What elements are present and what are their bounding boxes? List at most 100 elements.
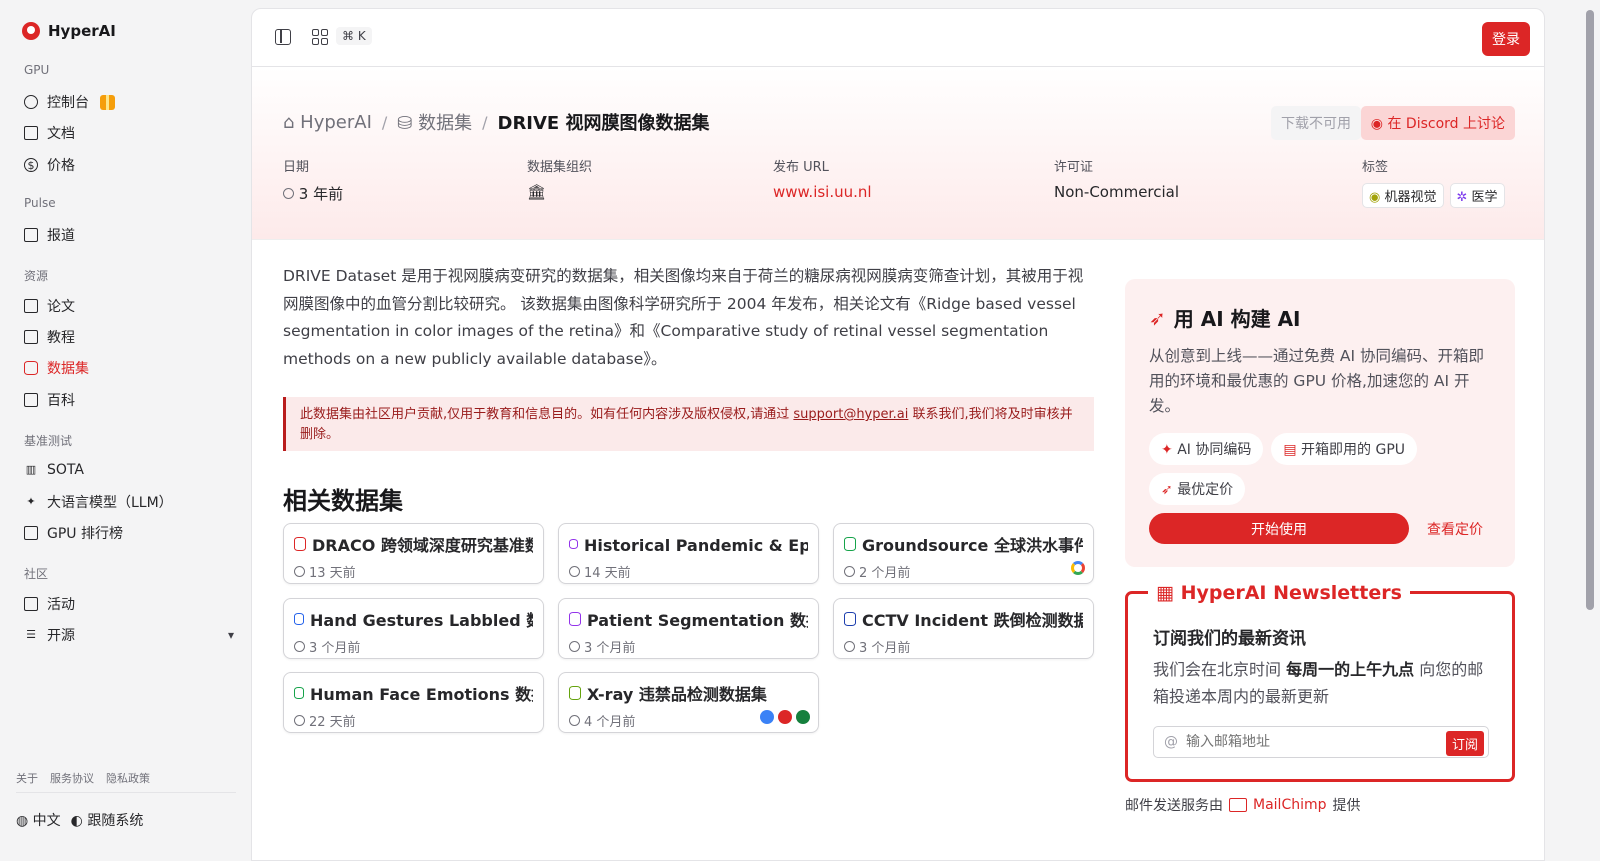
chevron-down-icon: ▾ [227,628,234,642]
sidebar-item-open-source[interactable]: ☰ 开源 ▾ [24,624,234,646]
chip-icon [24,526,38,540]
section-resources: 资源 [24,269,49,283]
discord-button[interactable]: ◉ 在 Discord 上讨论 [1360,106,1515,140]
view-pricing-link[interactable]: 查看定价 [1427,519,1483,539]
section-community: 社区 [24,567,49,581]
related-datasets-title: 相关数据集 [283,487,403,515]
meta-date: 日期 3 年前 [283,160,344,203]
org-logo-icon [796,710,810,724]
doc-icon [24,126,38,140]
gear-icon: ✲ [1456,190,1468,205]
start-button[interactable]: 开始使用 [1149,513,1409,544]
mailchimp-link[interactable]: MailChimp [1253,797,1327,813]
tag-vision[interactable]: ◉ 机器视觉 [1362,183,1444,208]
meta-license: 许可证 Non-Commercial [1054,160,1180,201]
mail-service-credit: 邮件发送服务由 MailChimp 提供 [1125,797,1361,814]
mail-icon [1229,798,1247,812]
home-icon: ⌂ [283,111,295,133]
clock-icon [294,641,305,652]
page-scrollbar[interactable] [1586,10,1596,840]
sidebar-item-wiki[interactable]: 百科 [24,389,234,411]
at-icon: @ [1164,734,1178,750]
newspaper-icon [24,228,38,242]
database-icon [844,612,856,626]
privacy-link[interactable]: 隐私政策 [106,770,150,786]
google-logo-icon [1071,561,1085,575]
institution-icon: 🏛 [527,183,547,201]
related-dataset-card[interactable]: X-ray 违禁品检测数据集 4 个月前 [558,672,819,733]
sidebar-item-gpu-rank[interactable]: GPU 排行榜 [24,522,234,544]
sidebar-item-datasets[interactable]: 数据集 [24,357,234,379]
database-icon [294,613,304,625]
discord-icon: ◉ [1370,116,1384,132]
email-field-wrapper: @ 订阅 [1153,726,1489,758]
sidebar-item-docs[interactable]: 文档 [24,122,234,144]
related-dataset-card[interactable]: CCTV Incident 跌倒检测数据集 3 个月前 [833,598,1094,659]
download-button[interactable]: 下载不可用 [1271,106,1361,140]
org-logo-icon [778,710,792,724]
subscribe-button[interactable]: 订阅 [1445,731,1484,756]
related-dataset-card[interactable]: Patient Segmentation 数据集 3 个月前 [558,598,819,659]
feature-ai-coding: ✦ AI 协同编码 [1149,433,1264,465]
dataset-header: ⌂ HyperAI / ⛁ 数据集 / DRIVE 视网膜图像数据集 下载不可用… [252,68,1544,240]
meta-url: 发布 URL www.isi.uu.nl [773,160,872,201]
topbar: ⌘ K 登录 [252,9,1544,67]
globe-icon: ◍ [16,813,29,829]
language-switch[interactable]: ◍ 中文 [16,810,61,830]
sidebar-item-events[interactable]: 活动 [24,593,234,615]
database-icon [844,537,856,551]
breadcrumb-home[interactable]: ⌂ HyperAI [283,112,372,133]
scrollbar-thumb[interactable] [1586,10,1594,610]
about-link[interactable]: 关于 [16,770,38,786]
login-button[interactable]: 登录 [1482,22,1530,56]
sidebar-item-papers[interactable]: 论文 [24,295,234,317]
newsletter-title: HyperAI Newsletters [1180,582,1402,604]
breadcrumb-datasets[interactable]: ⛁ 数据集 [397,109,472,135]
dollar-icon: $ [24,158,38,172]
sidebar-item-reports[interactable]: 报道 [24,224,234,246]
database-icon [294,687,304,699]
related-dataset-card[interactable]: DRACO 跨领域深度研究基准数据集 13 天前 [283,523,544,584]
sidebar-footer-links: 关于 服务协议 隐私政策 [16,770,150,786]
promo-features: ✦ AI 协同编码 ▤ 开箱即用的 GPU ➶ 最优定价 [1149,433,1449,505]
tag-medical[interactable]: ✲ 医学 [1449,183,1505,208]
sidebar-item-tutorials[interactable]: 教程 [24,326,234,348]
copyright-notice: 此数据集由社区用户贡献,仅用于教育和信息目的。如有任何内容涉及版权侵权,请通过 … [283,397,1094,451]
theme-switch[interactable]: ◐ 跟随系统 [71,810,144,830]
sidebar-item-llm[interactable]: ✦ 大语言模型（LLM） [24,491,234,513]
related-dataset-card[interactable]: Historical Pandemic & Epidemic 数据集 14 天前 [558,523,819,584]
feature-pricing: ➶ 最优定价 [1149,473,1246,505]
toggle-sidebar-icon[interactable] [275,29,291,45]
database-icon [24,361,38,375]
command-shortcut[interactable]: ⌘ K [336,27,372,45]
publish-url-link[interactable]: www.isi.uu.nl [773,183,872,201]
sparkles-icon: ✦ [1161,442,1173,458]
section-benchmark: 基准测试 [24,434,73,448]
clock-icon [294,566,305,577]
related-dataset-card[interactable]: Hand Gestures Labbled 数据集 3 个月前 [283,598,544,659]
newsletter-box: ▦ HyperAI Newsletters 订阅我们的最新资讯 我们会在北京时间… [1125,582,1515,782]
clock-icon [283,188,294,199]
clock-icon [844,566,855,577]
database-icon [569,686,581,700]
database-icon: ⛁ [397,113,413,134]
promo-title: 用 AI 构建 AI [1173,307,1301,331]
apps-grid-icon[interactable] [312,29,328,45]
org-logo-icon [760,710,774,724]
related-dataset-card[interactable]: Groundsource 全球洪水事件数据集 2 个月前 [833,523,1094,584]
terms-link[interactable]: 服务协议 [50,770,94,786]
sidebar-item-pricing[interactable]: $ 价格 [24,154,234,176]
date-value: 3 年前 [298,185,344,203]
brand-logo[interactable]: HyperAI [22,22,116,40]
sidebar-item-console[interactable]: 控制台 [24,91,234,113]
sidebar-item-sota[interactable]: ▥ SOTA [24,459,234,481]
page-title: DRIVE 视网膜图像数据集 [497,113,710,134]
clock-icon [569,566,580,577]
section-gpu: GPU [24,63,50,77]
breadcrumb-separator: / [381,112,388,132]
related-dataset-card[interactable]: Human Face Emotions 数据集 22 天前 [283,672,544,733]
support-email-link[interactable]: support@hyper.ai [793,407,908,422]
email-input[interactable] [1186,734,1426,750]
database-icon [569,612,581,626]
gift-icon [100,94,115,110]
